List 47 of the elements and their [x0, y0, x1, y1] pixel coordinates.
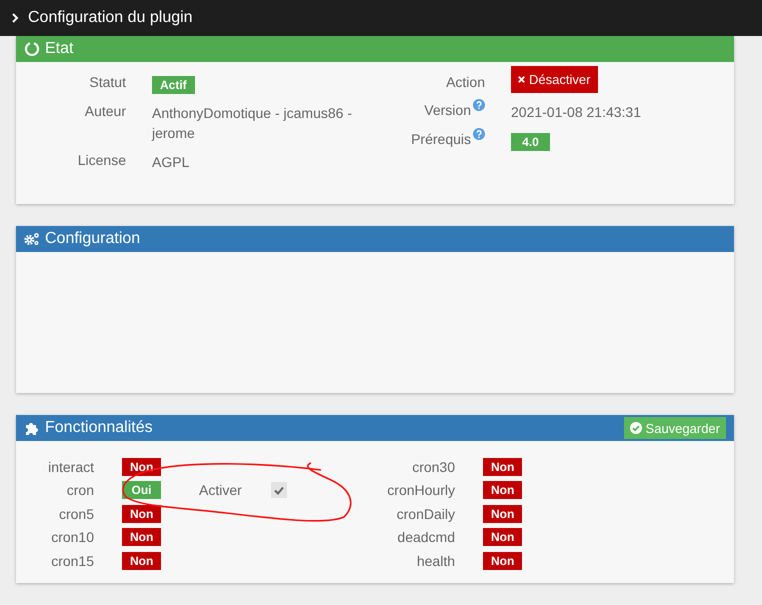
- chevron-icon[interactable]: [11, 13, 19, 23]
- power-icon: [24, 41, 40, 57]
- feature-label: cron30: [411, 458, 455, 475]
- status-badge: Non: [122, 504, 162, 523]
- status-badge: Non: [122, 552, 162, 570]
- panel-title: Etat: [45, 40, 74, 58]
- feature-label: cron10: [50, 529, 94, 546]
- feature-label: cron15: [50, 552, 94, 569]
- status-badge: Non: [483, 504, 522, 523]
- feature-label: cron5: [58, 506, 94, 522]
- page-title: Configuration du plugin: [28, 9, 193, 27]
- puzzle-icon: [24, 420, 40, 436]
- status-badge: 4.0: [511, 133, 550, 151]
- field-value: AnthonyDomotique - jcamus86 - jerome: [152, 105, 352, 141]
- field-value: AGPL: [152, 154, 190, 170]
- help-icon[interactable]: [473, 99, 485, 111]
- status-badge: Non: [483, 458, 522, 476]
- status-badge: Actif: [152, 76, 195, 94]
- feature-label: cronDaily: [396, 506, 455, 522]
- status-badge: Non: [122, 528, 162, 546]
- deactivate-button[interactable]: Désactiver: [511, 66, 598, 93]
- status-badge: Non: [483, 552, 522, 570]
- status-badge: Non: [483, 528, 522, 546]
- option-label: Activer: [199, 482, 243, 498]
- field-label: Action: [446, 74, 485, 90]
- status-badge: Non: [483, 481, 522, 500]
- feature-label: cron: [66, 482, 94, 498]
- help-icon[interactable]: [473, 128, 485, 140]
- panel-title: Fonctionnalités: [45, 419, 153, 437]
- close-icon: [517, 75, 526, 84]
- status-badge: Non: [122, 458, 162, 476]
- check-icon: [273, 484, 285, 496]
- field-label: Statut: [89, 74, 126, 90]
- field-value: 2021-01-08 21:43:31: [511, 104, 641, 120]
- feature-label: cronHourly: [386, 482, 455, 498]
- field-label: Prérequis: [411, 131, 471, 147]
- checkbox[interactable]: [271, 482, 287, 498]
- field-label: License: [78, 152, 126, 168]
- feature-label: health: [416, 552, 455, 569]
- gears-icon: [24, 231, 40, 247]
- field-label: Version: [424, 102, 471, 118]
- check-circle-icon: [630, 422, 642, 434]
- feature-label: interact: [47, 458, 94, 475]
- feature-label: deadcmd: [396, 529, 455, 546]
- field-label: Auteur: [84, 103, 126, 119]
- panel-title: Configuration: [45, 230, 140, 248]
- status-badge: Oui: [122, 481, 161, 500]
